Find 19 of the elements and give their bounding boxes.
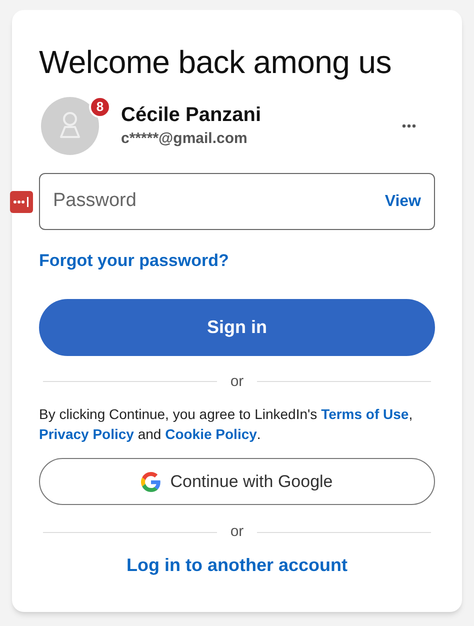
- account-email: c*****@gmail.com: [121, 129, 248, 149]
- policy-link[interactable]: Terms of Use: [321, 406, 409, 422]
- more-options-icon[interactable]: [402, 124, 416, 128]
- google-sign-in-button[interactable]: Continue with Google: [39, 458, 435, 505]
- another-account-link[interactable]: Log in to another account: [126, 552, 348, 578]
- policy-link[interactable]: Cookie Policy: [165, 426, 257, 442]
- password-manager-icon[interactable]: [10, 191, 33, 213]
- google-icon: [141, 472, 162, 492]
- notification-badge: 8: [89, 96, 111, 118]
- sign-in-button[interactable]: Sign in: [39, 298, 435, 356]
- password-field[interactable]: Password View: [39, 173, 435, 230]
- forgot-password-link[interactable]: Forgot your password?: [39, 248, 229, 274]
- policy-link[interactable]: Privacy Policy: [39, 426, 134, 442]
- view-password-button[interactable]: View: [384, 190, 421, 214]
- separator-label: or: [230, 372, 244, 392]
- page-title: Welcome back among us: [39, 43, 392, 82]
- separator-label: or: [230, 522, 244, 542]
- account-name: Cécile Panzani: [121, 103, 262, 127]
- legal-text: By clicking Continue, you agree to LinkedIn's Terms of Use, Privacy Policy and Cookie Policy.: [39, 405, 414, 444]
